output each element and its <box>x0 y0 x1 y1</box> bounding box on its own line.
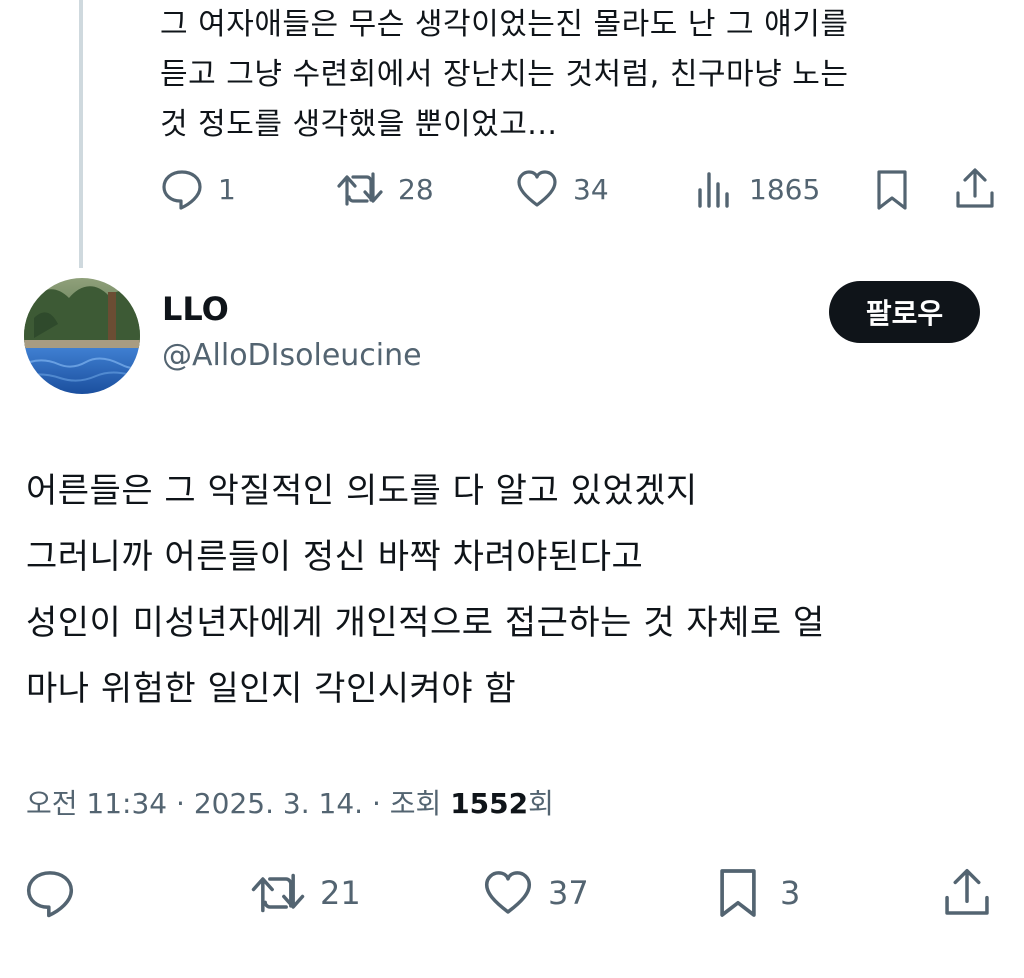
repost-count: 28 <box>398 172 434 206</box>
post-text-line: 마나 위험한 일인지 각인시켜야 함 <box>26 669 517 709</box>
speech-bubble-icon <box>162 170 202 210</box>
views-count: 1552 <box>450 787 529 820</box>
repost-arrows-icon <box>251 873 305 913</box>
views-suffix: 회 <box>528 787 554 820</box>
like-button[interactable]: 37 <box>482 868 589 918</box>
heart-icon <box>484 871 532 914</box>
bookmark-icon <box>877 170 907 210</box>
previous-bookmark-button[interactable] <box>874 168 910 212</box>
previous-post-text: 그 여자애들은 무슨 생각이었는진 몰라도 난 그 얘기를 듣고 그냥 수련회에… <box>160 0 1000 150</box>
author-handle[interactable]: @AlloDIsoleucine <box>162 338 422 373</box>
previous-share-button[interactable] <box>954 166 996 212</box>
previous-post-line: 듣고 그냥 수련회에서 장난치는 것처럼, 친구마냥 노는 <box>160 57 849 92</box>
post-date[interactable]: 2025. 3. 14. <box>194 787 363 820</box>
repost-arrows-icon <box>337 172 383 206</box>
post-text-line: 어른들은 그 악질적인 의도를 다 알고 있었겠지 <box>26 471 698 511</box>
post-time[interactable]: 오전 11:34 <box>26 787 167 820</box>
post-text: 어른들은 그 악질적인 의도를 다 알고 있었겠지 그러니까 어른들이 정신 바… <box>26 458 1001 722</box>
tweet-thread-view: 그 여자애들은 무슨 생각이었는진 몰라도 난 그 얘기를 듣고 그냥 수련회에… <box>0 0 1024 978</box>
bar-chart-icon <box>698 172 729 208</box>
share-upload-icon <box>945 868 989 915</box>
like-count: 34 <box>573 172 609 206</box>
share-button[interactable] <box>942 866 992 920</box>
post-meta: 오전 11:34 · 2025. 3. 14. · 조회 1552회 <box>26 782 554 822</box>
avatar-pool-image <box>24 278 140 394</box>
reply-button[interactable] <box>24 868 76 918</box>
previous-reply-button[interactable]: 1 <box>160 168 236 210</box>
like-count: 37 <box>548 874 589 912</box>
reply-count: 1 <box>218 172 236 206</box>
views-label: 조회 <box>389 787 442 820</box>
views-count: 1865 <box>749 172 821 206</box>
repost-count: 21 <box>320 874 361 912</box>
author-display-name[interactable]: LLO <box>162 290 229 328</box>
heart-icon <box>517 170 557 207</box>
post-text-line: 성인이 미성년자에게 개인적으로 접근하는 것 자체로 얼 <box>26 603 825 643</box>
thread-connector-line <box>79 0 83 268</box>
speech-bubble-icon <box>26 871 74 918</box>
share-upload-icon <box>956 168 994 208</box>
previous-views-button[interactable]: 1865 <box>695 168 820 210</box>
avatar[interactable] <box>24 278 140 394</box>
bookmark-count: 3 <box>780 874 801 912</box>
previous-like-button[interactable]: 34 <box>515 168 609 210</box>
meta-separator: · <box>371 787 381 820</box>
bookmark-icon <box>720 869 756 917</box>
bookmark-button[interactable]: 3 <box>716 866 800 920</box>
post-text-line: 그러니까 어른들이 정신 바짝 차려야된다고 <box>26 537 644 577</box>
follow-button[interactable]: 팔로우 <box>829 281 980 343</box>
previous-repost-button[interactable]: 28 <box>336 168 434 210</box>
previous-post-line: 것 정도를 생각했을 뿐이었고... <box>160 107 558 142</box>
meta-separator: · <box>176 787 185 820</box>
previous-post-line: 그 여자애들은 무슨 생각이었는진 몰라도 난 그 얘기를 <box>160 7 849 42</box>
repost-button[interactable]: 21 <box>250 868 361 918</box>
